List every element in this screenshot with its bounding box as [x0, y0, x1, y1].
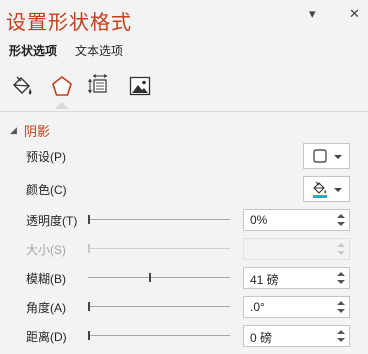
blur-label: 模糊(B)	[26, 272, 66, 286]
size-properties-icon[interactable]	[86, 72, 114, 100]
spin-down-icon[interactable]	[337, 222, 345, 226]
distance-slider-thumb[interactable]	[88, 331, 90, 340]
blur-row: 模糊(B) 41 磅	[26, 267, 356, 289]
transparency-value: 0%	[250, 213, 268, 227]
category-icon-row	[0, 72, 368, 109]
close-pane-button[interactable]: ✕	[349, 6, 360, 22]
angle-row: 角度(A) .0°	[26, 296, 356, 318]
tab-shape-options[interactable]: 形状选项	[9, 42, 57, 59]
angle-label: 角度(A)	[26, 301, 66, 315]
spin-up-icon	[337, 243, 345, 247]
shadow-preset-icon	[313, 149, 327, 163]
transparency-spinbox[interactable]: 0%	[243, 209, 350, 231]
color-swatch	[313, 195, 327, 198]
distance-row: 距离(D) 0 磅	[26, 325, 356, 347]
shadow-section-header[interactable]: ◢ 阴影	[10, 121, 50, 140]
pane-options-button[interactable]: ▾	[309, 6, 316, 22]
size-row: 大小(S)	[26, 238, 356, 260]
spin-down-icon[interactable]	[337, 309, 345, 313]
paint-bucket-icon	[313, 181, 327, 198]
preset-dropdown[interactable]	[303, 143, 350, 169]
transparency-row: 透明度(T) 0%	[26, 209, 356, 231]
color-row: 颜色(C)	[26, 176, 356, 202]
spin-up-icon[interactable]	[337, 330, 345, 334]
transparency-label: 透明度(T)	[26, 214, 78, 228]
header-divider	[0, 111, 368, 112]
angle-slider-track[interactable]	[88, 306, 230, 307]
fill-line-icon[interactable]	[8, 72, 36, 100]
shadow-section-label: 阴影	[24, 124, 51, 139]
spin-up-icon[interactable]	[337, 272, 345, 276]
preset-row: 预设(P)	[26, 143, 356, 169]
size-slider-thumb	[88, 244, 90, 253]
effects-icon[interactable]	[48, 72, 76, 109]
distance-label: 距离(D)	[26, 330, 67, 344]
blur-spinbox[interactable]: 41 磅	[243, 267, 350, 289]
spin-up-icon[interactable]	[337, 214, 345, 218]
distance-value: 0 磅	[250, 331, 273, 345]
transparency-slider-track[interactable]	[88, 219, 230, 220]
preset-label: 预设(P)	[26, 150, 66, 164]
angle-value: .0°	[250, 300, 265, 314]
distance-slider-track[interactable]	[88, 335, 230, 336]
spin-down-icon	[337, 251, 345, 255]
color-label: 颜色(C)	[26, 183, 67, 197]
angle-spinbox[interactable]: .0°	[243, 296, 350, 318]
spin-up-icon[interactable]	[337, 301, 345, 305]
size-label: 大小(S)	[26, 243, 66, 257]
tab-text-options[interactable]: 文本选项	[75, 42, 123, 59]
chevron-down-icon	[334, 188, 342, 192]
size-slider-track	[88, 248, 230, 249]
pane-title: 设置形状格式	[6, 10, 132, 34]
angle-slider-thumb[interactable]	[88, 302, 90, 311]
blur-value: 41 磅	[250, 273, 279, 287]
color-dropdown[interactable]	[303, 176, 350, 202]
chevron-down-icon	[334, 155, 342, 159]
picture-icon[interactable]	[126, 72, 154, 100]
collapse-triangle-icon: ◢	[10, 125, 17, 135]
transparency-slider-thumb[interactable]	[88, 215, 90, 224]
blur-slider-thumb[interactable]	[149, 273, 152, 282]
blur-slider-track[interactable]	[88, 277, 230, 278]
spin-down-icon[interactable]	[337, 280, 345, 284]
distance-spinbox[interactable]: 0 磅	[243, 325, 350, 347]
spin-down-icon[interactable]	[337, 338, 345, 342]
size-spinbox	[243, 238, 350, 260]
